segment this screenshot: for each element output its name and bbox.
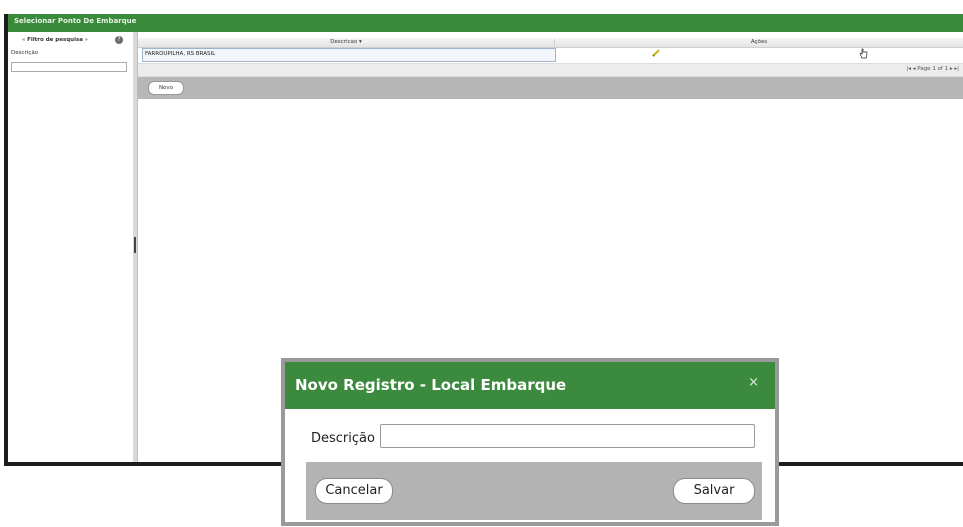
hand-pointer-icon[interactable] [858,48,868,59]
grid-toolbar: Novo [138,77,963,99]
table-row[interactable]: FARROUPILHA, RS BRASIL [142,48,556,62]
dialog-footer: Cancelar Salvar [306,462,762,520]
new-record-dialog: Novo Registro - Local Embarque × Descriç… [281,358,779,526]
pager-status: Page 1 of 1 [917,66,949,72]
help-icon[interactable]: ? [115,36,123,44]
filter-title: Filtro de pesquisa [27,37,83,43]
grid-pager: |◂ ◂ Page 1 of 1 ▸ ▸| [138,63,963,77]
cancel-button[interactable]: Cancelar [315,478,393,504]
new-button[interactable]: Novo [148,81,184,95]
filter-description-label: Descrição [11,50,39,56]
save-button[interactable]: Salvar [673,478,755,504]
pencil-icon[interactable] [651,48,661,58]
dialog-header: Novo Registro - Local Embarque × [285,362,775,409]
pager-controls[interactable]: |◂ ◂ Page 1 of 1 ▸ ▸| [906,66,959,72]
row-descricao: FARROUPILHA, RS BRASIL [145,51,216,57]
close-icon[interactable]: × [748,375,759,390]
description-input[interactable] [380,424,755,448]
dialog-title: Novo Registro - Local Embarque [295,376,567,394]
window-title: Selecionar Ponto De Embarque [14,17,137,25]
column-header-descricao[interactable]: Descricao ▾ [138,39,554,45]
filter-description-input[interactable] [11,62,127,72]
description-label: Descrição [311,431,375,446]
splitter-grip[interactable] [134,237,136,253]
window-titlebar: Selecionar Ponto De Embarque [8,14,963,33]
grid-header: Descricao ▾ Ações [138,38,963,48]
filter-sidebar: « Filtro de pesquisa » ? Descrição [8,32,134,462]
filter-header[interactable]: « Filtro de pesquisa » [22,37,88,43]
column-header-acoes: Ações [554,39,963,47]
